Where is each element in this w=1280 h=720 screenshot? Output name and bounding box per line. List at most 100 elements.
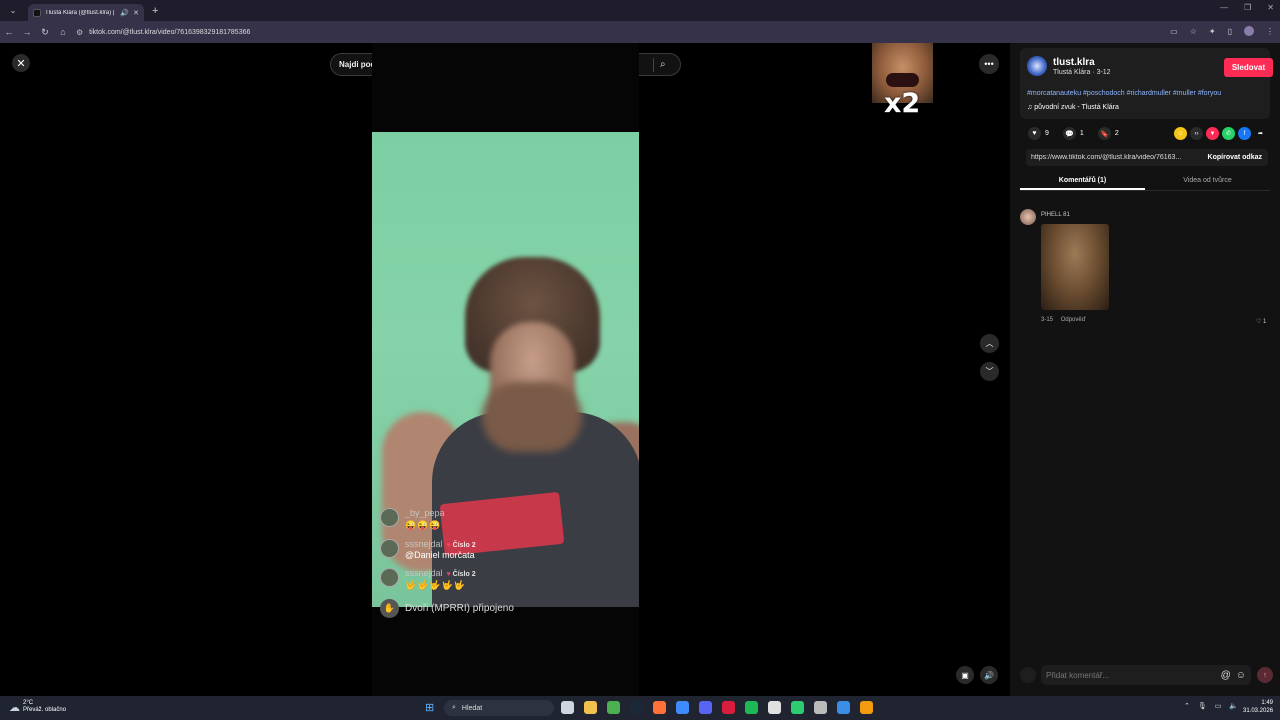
browser-tab-bar: ⌄ Tlustá Klára (@tlust.klra) | T 🔊 ✕ + —… — [0, 0, 1280, 21]
comment-input[interactable] — [1046, 670, 1221, 680]
details-panel: tlust.klra Tlustá Klára · 3-12 Sledovat … — [1010, 43, 1280, 696]
comment-gif-image[interactable] — [1041, 224, 1109, 310]
reply-button[interactable]: Odpověď — [1061, 317, 1086, 323]
like-stat[interactable]: ♥ 9 — [1028, 127, 1049, 140]
home-icon[interactable]: ⌂ — [54, 27, 72, 37]
profile-avatar[interactable] — [1244, 26, 1254, 36]
send-to-friends-icon[interactable]: ▼ — [1206, 127, 1219, 140]
share-arrow-icon[interactable]: ➦ — [1254, 127, 1267, 140]
network-icon[interactable]: ▭ — [1215, 702, 1222, 710]
app-icon[interactable] — [768, 701, 781, 714]
chrome-icon[interactable] — [607, 701, 620, 714]
back-arrow-icon[interactable]: ← — [0, 27, 18, 37]
embed-code-icon[interactable]: ‹› — [1190, 127, 1203, 140]
bookmark-icon: 🔖 — [1097, 127, 1111, 140]
tab-creator-videos[interactable]: Videa od tvůrce — [1145, 171, 1270, 190]
browser-menu-icon[interactable]: ⋮ — [1266, 27, 1274, 36]
forward-arrow-icon[interactable]: → — [18, 27, 36, 37]
weather-widget[interactable]: ☁ 2°C Převáž. oblačno — [9, 700, 66, 714]
close-icon[interactable]: ✕ — [12, 54, 30, 72]
fan-badge: ♥ Číslo 2 — [447, 571, 476, 578]
avatar[interactable] — [1020, 209, 1036, 225]
date: 31.03.2026 — [1243, 708, 1274, 715]
minimize-icon[interactable]: — — [1220, 3, 1228, 12]
copy-link-button[interactable]: Kopírovat odkaz — [1202, 154, 1268, 161]
taskbar-search-label: Hledat — [461, 704, 483, 712]
browser-app-icon[interactable] — [676, 701, 689, 714]
follow-button[interactable]: Sledovat — [1224, 58, 1273, 77]
taskbar-apps — [561, 701, 873, 714]
taskbar-search[interactable]: ⌕ Hledat — [444, 700, 554, 716]
task-view-icon[interactable] — [561, 701, 574, 714]
wave-hand-icon: ✋ — [380, 599, 399, 618]
reload-icon[interactable]: ↻ — [36, 27, 54, 38]
cloud-icon: ☁ — [9, 701, 20, 714]
cast-icon[interactable]: ▭ — [1170, 27, 1178, 36]
tiktok-favicon-icon — [33, 8, 41, 17]
creator-username[interactable]: tlust.klra — [1053, 57, 1095, 68]
creator-avatar[interactable] — [1027, 56, 1047, 76]
live-comment-author-row: sssnejdal ♥ Číslo 2 — [405, 539, 476, 549]
steam-icon[interactable] — [630, 701, 643, 714]
comment-date: 3-15 — [1041, 317, 1054, 323]
live-comment-text: 😜😜😜 — [405, 520, 442, 530]
meme-multiplier-text: x2 — [884, 88, 921, 119]
fan-badge: ♥ Číslo 2 — [447, 542, 476, 549]
url-field[interactable]: ⚙ tiktok.com/@tlust.klra/video/761639832… — [76, 28, 250, 37]
save-stat[interactable]: 🔖 2 — [1097, 127, 1119, 140]
windows-start-icon[interactable]: ⊞ — [425, 701, 434, 714]
meme-mouth — [886, 73, 919, 87]
tab-comments[interactable]: Komentářů (1) — [1020, 171, 1145, 190]
file-explorer-icon[interactable] — [584, 701, 597, 714]
whatsapp-icon[interactable]: ✆ — [1222, 127, 1235, 140]
speaker-icon[interactable]: 🔈 — [1229, 702, 1238, 710]
clock[interactable]: 1:49 31.03.2026 — [1243, 699, 1273, 716]
live-comments-overlay: _by_pepa 😜😜😜 sssnejdal ♥ Číslo 2 @Daniel … — [380, 508, 630, 618]
extensions-icon[interactable]: ✦ — [1209, 27, 1216, 36]
new-tab-plus-icon[interactable]: + — [152, 5, 158, 17]
settings-gear-icon[interactable] — [814, 701, 827, 714]
search-icon[interactable]: ⌕ — [660, 59, 680, 70]
system-tray: ⌃ 🎙 ▭ 🔈 — [1184, 702, 1238, 710]
mention-at-icon[interactable]: @ — [1221, 670, 1231, 681]
comment-like[interactable]: ♡ 1 — [1256, 318, 1266, 325]
search-separator — [653, 57, 654, 72]
discord-icon[interactable] — [699, 701, 712, 714]
comment-box: @ ☺ — [1041, 665, 1251, 685]
app-icon[interactable] — [791, 701, 804, 714]
bookmark-star-icon[interactable]: ☆ — [1190, 27, 1197, 36]
live-comment-author: sssnejdal — [405, 539, 443, 549]
facebook-icon[interactable]: f — [1238, 127, 1251, 140]
window-close-icon[interactable]: ✕ — [1267, 3, 1274, 12]
more-options-icon[interactable]: ••• — [979, 54, 999, 74]
tab-list-chevron-icon[interactable]: ⌄ — [4, 3, 22, 19]
comment-stat[interactable]: 💬 1 — [1062, 127, 1084, 140]
opera-icon[interactable] — [722, 701, 735, 714]
comment-bubble-icon: 💬 — [1062, 127, 1076, 140]
emoji-icon[interactable]: ☺ — [1236, 670, 1246, 681]
previous-video-chevron-up-icon[interactable]: ︿ — [980, 334, 999, 353]
next-video-chevron-down-icon[interactable]: ﹀ — [980, 362, 999, 381]
speaker-icon[interactable]: 🔊 — [120, 9, 129, 17]
vlc-icon[interactable] — [860, 701, 873, 714]
firefox-icon[interactable] — [653, 701, 666, 714]
chevron-up-icon[interactable]: ⌃ — [1184, 702, 1190, 710]
repost-icon[interactable]: ☺ — [1174, 127, 1187, 140]
maximize-icon[interactable]: ❐ — [1244, 3, 1251, 12]
browser-tab[interactable]: Tlustá Klára (@tlust.klra) | T 🔊 ✕ — [28, 4, 144, 21]
tab-close-icon[interactable]: ✕ — [133, 9, 139, 17]
microphone-icon[interactable]: 🎙 — [1198, 702, 1207, 710]
sound-row[interactable]: ♫ původní zvuk - Tlustá Klára — [1027, 104, 1119, 111]
volume-icon[interactable]: 🔊 — [980, 666, 998, 684]
sidebar-icon[interactable]: ▯ — [1228, 27, 1232, 36]
send-arrow-icon[interactable]: ↑ — [1257, 667, 1273, 683]
comment-author[interactable]: PIHELL 81 — [1041, 212, 1070, 218]
joined-notice: ✋ Dvoři (MPRRI) připojeno — [380, 599, 630, 618]
video-figure-beard — [482, 382, 582, 452]
site-info-icon[interactable]: ⚙ — [76, 28, 83, 37]
creator-subtitle: Tlustá Klára · 3-12 — [1053, 69, 1111, 76]
spotify-icon[interactable] — [745, 701, 758, 714]
hashtags[interactable]: #morcatanauteku #poschodoch #richardmull… — [1027, 90, 1221, 97]
app-icon[interactable] — [837, 701, 850, 714]
picture-in-picture-icon[interactable]: ▣ — [956, 666, 974, 684]
